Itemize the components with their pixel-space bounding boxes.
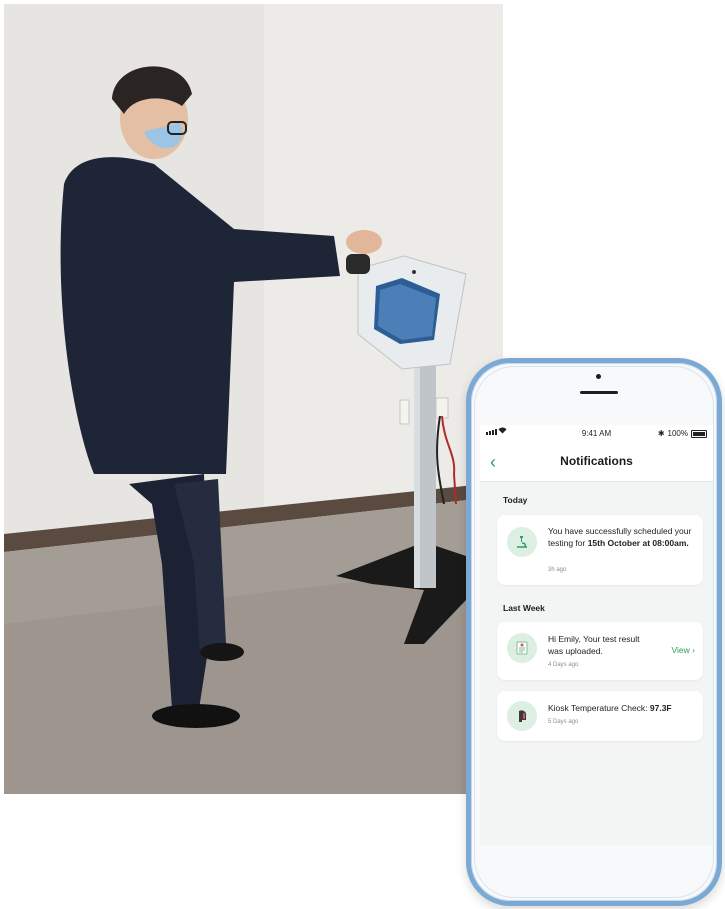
kiosk-photo (4, 4, 503, 794)
app-header: ‹ Notifications (480, 443, 713, 482)
app-screen: 9:41 AM ✱ 100% ‹ Notifications Today You… (480, 425, 713, 845)
handheld-device (346, 254, 370, 274)
notification-card-test-result[interactable]: Hi Emily, Your test result was uploaded.… (497, 622, 703, 680)
bluetooth-icon: ✱ (657, 429, 665, 438)
clipboard-checklist-icon (507, 633, 537, 663)
notification-time: 4 Days ago (548, 662, 579, 668)
notification-card-temperature[interactable]: Kiosk Temperature Check: 97.3F 5 Days ag… (497, 691, 703, 741)
battery-percent: 100% (667, 429, 688, 438)
notification-time: 3h ago (548, 567, 567, 573)
notification-text: You have successfully scheduled your tes… (548, 526, 692, 548)
notification-text: Kiosk Temperature Check: 97.3F (548, 703, 672, 713)
phone-chin (480, 845, 713, 899)
wall-outlet (399, 399, 410, 425)
page-title: Notifications (560, 454, 633, 468)
head-thermometer-icon (507, 701, 537, 731)
microscope-icon (507, 527, 537, 557)
view-link[interactable]: View › (672, 645, 696, 655)
battery-icon (691, 429, 707, 438)
phone-mockup: 9:41 AM ✱ 100% ‹ Notifications Today You… (466, 358, 722, 906)
notification-text: Hi Emily, Your test result was uploaded. (548, 634, 640, 656)
chevron-right-icon: › (692, 645, 695, 655)
camera-icon (596, 374, 601, 379)
section-today: Today (503, 495, 528, 505)
status-bar: 9:41 AM ✱ 100% (480, 425, 713, 443)
speaker-grille (580, 391, 618, 394)
person-hand (346, 230, 382, 254)
person-shoe (152, 704, 240, 728)
kiosk-photo-illustration (4, 4, 503, 794)
section-last-week: Last Week (503, 603, 545, 613)
notification-time: 5 Days ago (548, 719, 579, 725)
notification-card-scheduled[interactable]: You have successfully scheduled your tes… (497, 515, 703, 585)
